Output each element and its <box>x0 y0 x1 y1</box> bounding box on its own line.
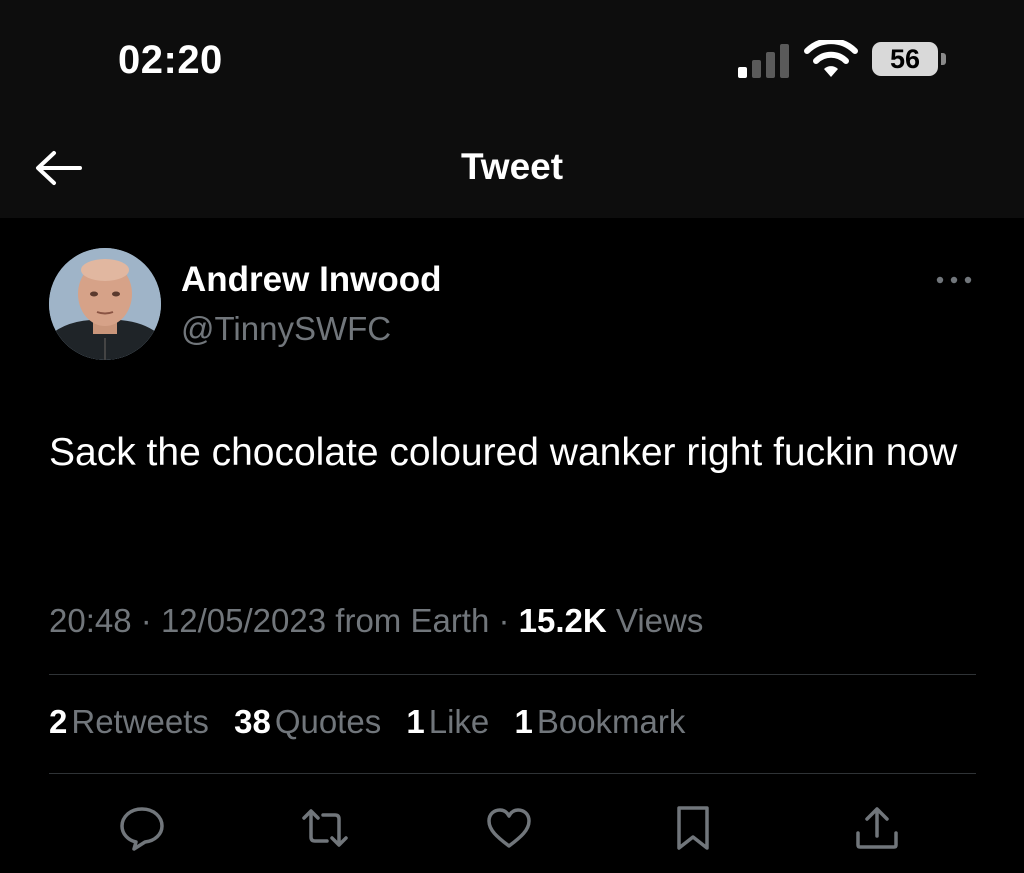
battery-level: 56 <box>889 43 921 74</box>
page-title: Tweet <box>460 146 564 187</box>
tweet-date: 12/05/2023 <box>160 602 327 639</box>
quotes-stat[interactable]: 38 Quotes <box>234 703 381 740</box>
tweet-text: Sack the chocolate coloured wanker right… <box>49 431 958 474</box>
battery-cap <box>941 53 946 65</box>
bookmarks-count: 1 <box>514 703 533 740</box>
views-label: Views <box>615 602 704 639</box>
signal-icon <box>738 44 789 78</box>
likes-label: Like <box>428 703 490 740</box>
author-handle[interactable]: @TinnySWFC <box>181 310 391 348</box>
views-count: 15.2K <box>518 602 607 639</box>
meta-separator: · <box>140 602 152 639</box>
header: Tweet <box>0 120 1024 218</box>
wifi-icon <box>804 40 858 77</box>
divider <box>49 773 976 774</box>
status-bar: 02:20 56 <box>0 0 1024 120</box>
bookmark-icon[interactable] <box>668 803 718 853</box>
quotes-count: 38 <box>234 703 271 740</box>
author-display-name[interactable]: Andrew Inwood <box>181 260 442 300</box>
likes-count: 1 <box>406 703 425 740</box>
bookmarks-label: Bookmark <box>536 703 686 740</box>
bookmarks-stat[interactable]: 1 Bookmark <box>514 703 685 740</box>
tweet-source: from Earth <box>335 602 490 639</box>
tweet-time: 20:48 <box>49 602 132 639</box>
share-icon[interactable] <box>852 803 902 853</box>
retweets-count: 2 <box>49 703 68 740</box>
tweet-stats: 2 Retweets 38 Quotes 1 Like 1 Bookmark <box>49 703 701 741</box>
retweet-icon[interactable] <box>300 803 350 853</box>
likes-stat[interactable]: 1 Like <box>406 703 489 740</box>
more-horizontal-icon[interactable] <box>934 268 974 292</box>
battery-icon: 56 <box>872 42 938 76</box>
tweet-meta: 20:48 · 12/05/2023 from Earth · 15.2K Vi… <box>49 602 703 640</box>
status-time: 02:20 <box>118 38 223 82</box>
divider <box>49 674 976 675</box>
meta-separator: · <box>498 602 510 639</box>
retweets-label: Retweets <box>71 703 209 740</box>
reply-icon[interactable] <box>117 803 167 853</box>
tweet-detail-screen: 02:20 56 Tweet Andrew Inwood @TinnySWFC … <box>0 0 1024 873</box>
retweets-stat[interactable]: 2 Retweets <box>49 703 209 740</box>
quotes-label: Quotes <box>274 703 382 740</box>
like-icon[interactable] <box>484 803 534 853</box>
avatar-image <box>49 248 161 360</box>
avatar[interactable] <box>49 248 161 360</box>
